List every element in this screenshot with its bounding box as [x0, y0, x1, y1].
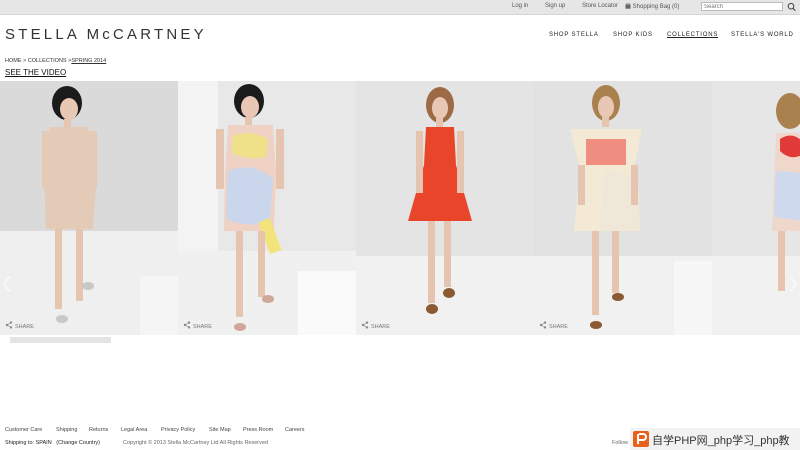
- look-panel[interactable]: SHARE: [534, 81, 712, 335]
- dress-pattern: [774, 171, 800, 221]
- next-arrow-icon[interactable]: [788, 275, 798, 293]
- share-icon: [5, 321, 13, 329]
- signup-link[interactable]: Sign up: [545, 3, 565, 9]
- footer-link[interactable]: Returns: [89, 427, 108, 433]
- share-button[interactable]: SHARE: [539, 321, 568, 330]
- share-label: SHARE: [15, 324, 34, 330]
- shipping-country: Shipping to: SPAIN (Change Country): [5, 440, 100, 446]
- share-icon: [539, 321, 547, 329]
- footer-link[interactable]: Careers: [285, 427, 305, 433]
- brand-logo[interactable]: STELLA McCARTNEY: [5, 26, 207, 43]
- shipping-country-label: Shipping to: SPAIN: [5, 440, 52, 446]
- share-button[interactable]: SHARE: [5, 321, 34, 330]
- look-panel[interactable]: SHARE: [178, 81, 356, 335]
- footer-link[interactable]: Press Room: [243, 427, 273, 433]
- footer-link[interactable]: Privacy Policy: [161, 427, 195, 433]
- dress-pattern: [586, 139, 626, 165]
- store-locator-link[interactable]: Store Locator: [582, 3, 618, 9]
- share-icon: [183, 321, 191, 329]
- breadcrumb-collections[interactable]: COLLECTIONS: [28, 58, 67, 64]
- share-label: SHARE: [371, 324, 390, 330]
- previous-arrow-icon[interactable]: [2, 275, 12, 293]
- shopping-bag-icon: [625, 2, 631, 9]
- model-photo: [178, 81, 356, 335]
- change-country-link[interactable]: (Change Country): [56, 440, 100, 446]
- look-panel[interactable]: [712, 81, 800, 335]
- search-icon[interactable]: [786, 2, 797, 12]
- dress-pattern: [226, 167, 273, 225]
- look-panel[interactable]: SHARE: [0, 81, 178, 335]
- model-photo: [0, 81, 178, 335]
- site-watermark: 自学PHP网_php学习_php教: [630, 428, 800, 450]
- model-photo: [534, 81, 712, 335]
- share-label: SHARE: [549, 324, 568, 330]
- look-panel[interactable]: SHARE: [356, 81, 534, 335]
- gallery-scrollbar[interactable]: [10, 337, 111, 343]
- nav-collections[interactable]: COLLECTIONS: [667, 32, 718, 38]
- see-the-video-link[interactable]: SEE THE VIDEO: [5, 68, 66, 77]
- shopping-bag-label: Shopping Bag (0): [632, 4, 680, 10]
- model-photo: [712, 81, 800, 335]
- watermark-text: 自学PHP网_php学习_php教: [652, 435, 790, 447]
- lookbook-gallery: SHARE SHARE SHARE SHARE: [0, 81, 800, 335]
- share-button[interactable]: SHARE: [361, 321, 390, 330]
- nav-shop-stella[interactable]: SHOP STELLA: [549, 32, 599, 38]
- dress-pattern: [232, 133, 268, 159]
- login-link[interactable]: Log in: [512, 3, 528, 9]
- shopping-bag-link[interactable]: Shopping Bag (0): [625, 2, 680, 10]
- search-input[interactable]: [701, 2, 783, 11]
- breadcrumb-home[interactable]: HOME: [5, 58, 22, 64]
- watermark-logo-icon: [633, 431, 649, 447]
- footer-link[interactable]: Legal Area: [121, 427, 147, 433]
- share-button[interactable]: SHARE: [183, 321, 212, 330]
- nav-shop-kids[interactable]: SHOP KIDS: [613, 32, 653, 38]
- breadcrumb: HOME > COLLECTIONS >SPRING 2014: [5, 58, 106, 64]
- footer-link[interactable]: Site Map: [209, 427, 231, 433]
- nav-stellas-world[interactable]: STELLA'S WORLD: [731, 32, 794, 38]
- utility-bar: Log in Sign up Store Locator Shopping Ba…: [0, 0, 800, 15]
- footer-link[interactable]: Shipping: [56, 427, 77, 433]
- copyright-text: Copyright © 2013 Stella McCartney Ltd Al…: [123, 440, 268, 446]
- footer-link[interactable]: Customer Care: [5, 427, 42, 433]
- breadcrumb-current[interactable]: SPRING 2014: [71, 58, 106, 64]
- follow-label: Follow: [612, 440, 628, 446]
- share-label: SHARE: [193, 324, 212, 330]
- model-photo: [356, 81, 534, 335]
- share-icon: [361, 321, 369, 329]
